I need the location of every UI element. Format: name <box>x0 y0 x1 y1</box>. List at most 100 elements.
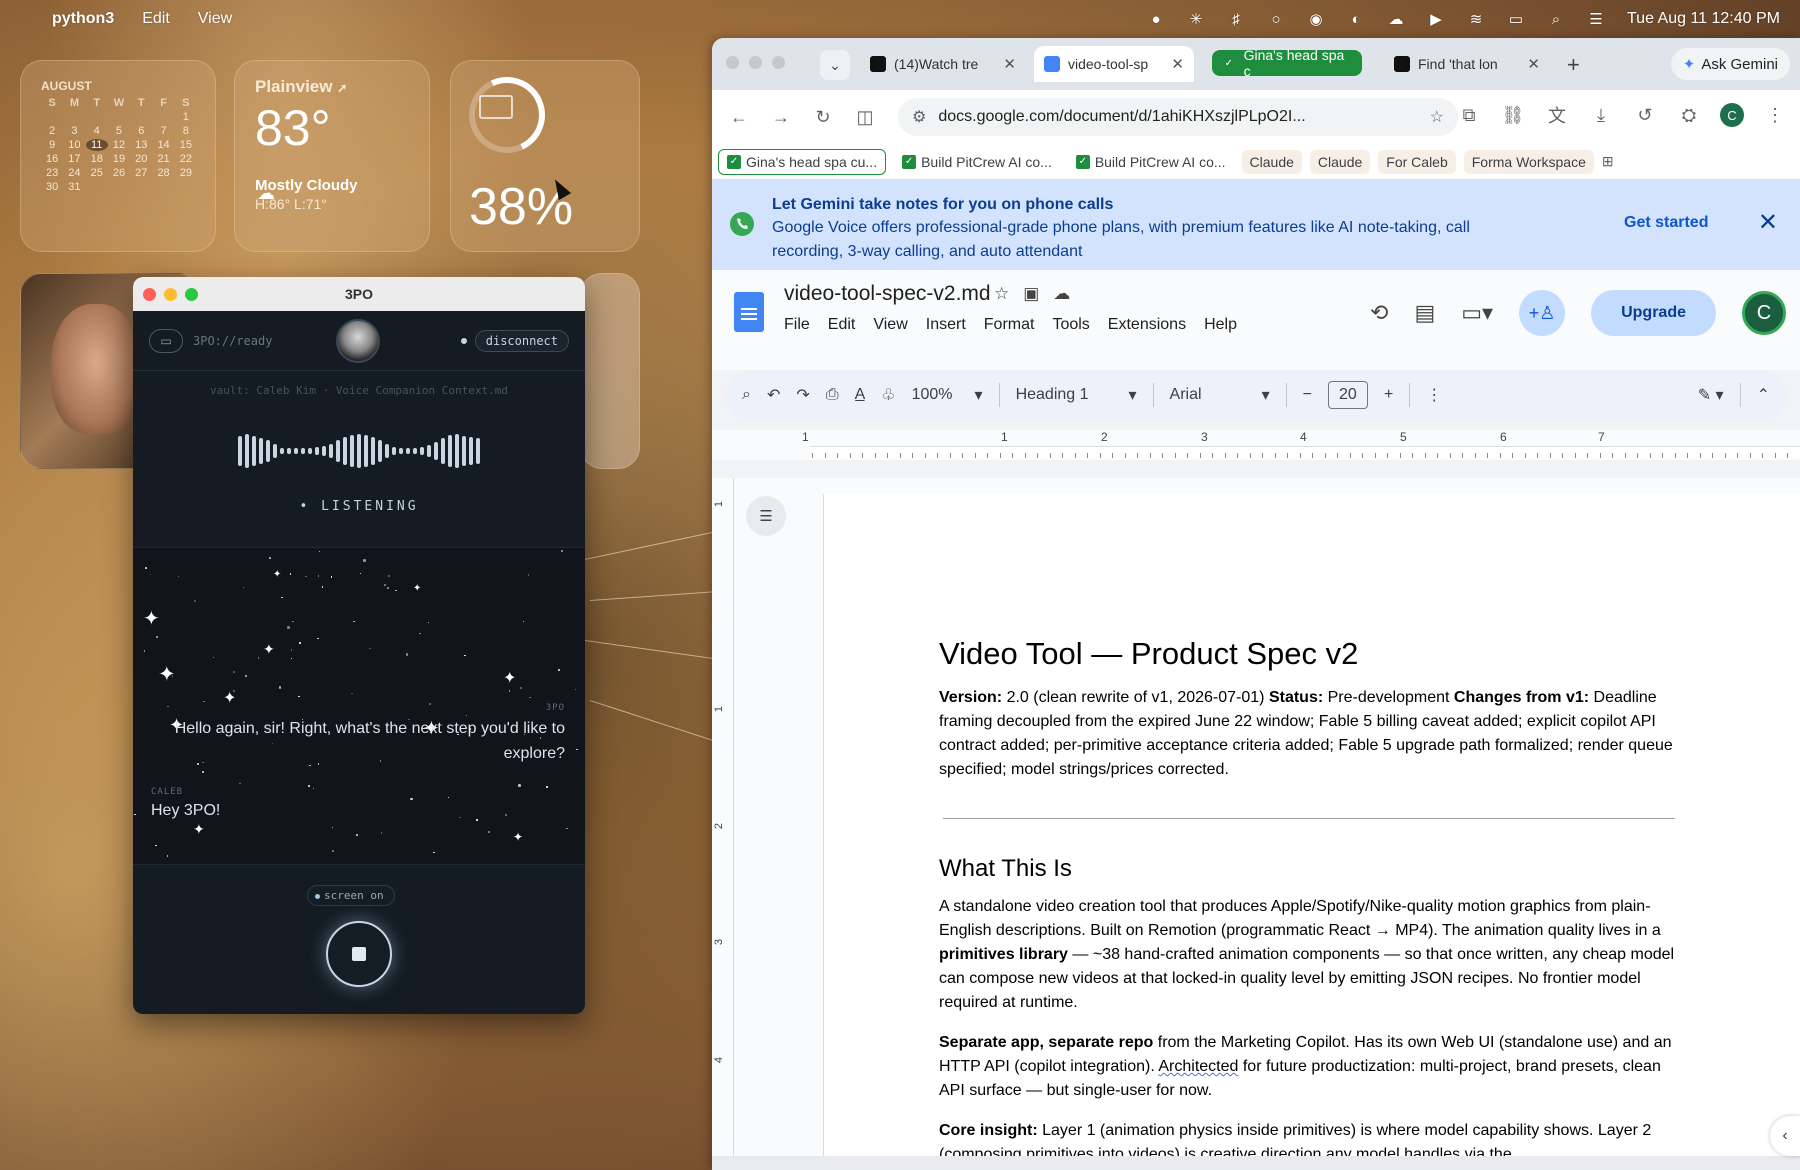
docs-menu-help[interactable]: Help <box>1204 316 1237 334</box>
all-bookmarks-icon[interactable]: ⊞ <box>1602 153 1614 170</box>
style-select[interactable]: Heading 1 ▾ <box>1016 385 1137 405</box>
disconnect-button[interactable]: disconnect <box>474 330 569 352</box>
close-tab-icon[interactable]: ✕ <box>1003 55 1016 73</box>
spellcheck-icon[interactable]: A̲ <box>855 386 866 404</box>
address-bar[interactable]: ⚙ docs.google.com/document/d/1ahiKHXszjl… <box>898 98 1458 136</box>
weather-widget[interactable]: Plainview ➚ 83° ☁ Mostly Cloudy H:86° L:… <box>234 60 430 252</box>
stop-button[interactable] <box>326 921 392 987</box>
close-tab-icon[interactable]: ✕ <box>1527 55 1540 73</box>
zoom-icon[interactable]: ◉ <box>1307 10 1325 28</box>
editing-mode-pencil-icon[interactable]: ✎ ▾ <box>1698 385 1724 405</box>
tab-tiktok-watch[interactable]: (14)Watch tre ✕ <box>860 46 1026 82</box>
search-menus-icon[interactable]: ⌕ <box>742 386 751 404</box>
contrast-icon[interactable]: ◐ <box>1347 10 1365 28</box>
menu-edit[interactable]: Edit <box>142 10 170 28</box>
document-page[interactable]: Video Tool — Product Spec v2 Version: 2.… <box>823 494 1800 1170</box>
wifi-icon[interactable]: ≋ <box>1467 10 1485 28</box>
undo-icon[interactable]: ↶ <box>767 385 780 405</box>
google-docs-logo-icon[interactable] <box>734 292 764 332</box>
decrease-font-icon[interactable]: − <box>1303 386 1312 404</box>
reload-icon[interactable]: ↻ <box>810 107 836 128</box>
screen-on-toggle[interactable]: screen on <box>307 885 395 906</box>
bookmark-item[interactable]: Forma Workspace <box>1463 149 1594 174</box>
doc-meta-paragraph[interactable]: Version: 2.0 (clean rewrite of v1, 2026-… <box>939 686 1679 782</box>
vpn-icon[interactable]: ☁ <box>1387 10 1405 28</box>
docs-menu-file[interactable]: File <box>784 316 810 334</box>
doc-paragraph-2[interactable]: Separate app, separate repo from the Mar… <box>939 1031 1679 1103</box>
comments-icon[interactable]: ▤ <box>1414 300 1435 326</box>
profile-avatar[interactable]: C <box>1720 103 1744 127</box>
close-tab-icon[interactable]: ✕ <box>1171 55 1184 73</box>
star-icon[interactable]: ☆ <box>994 284 1009 304</box>
record-icon[interactable]: ● <box>1147 10 1165 28</box>
increase-font-icon[interactable]: + <box>1384 386 1393 404</box>
share-person-icon[interactable]: +♙ <box>1519 290 1566 336</box>
document-body[interactable]: Video Tool — Product Spec v2 Version: 2.… <box>939 636 1679 1167</box>
split-view-icon[interactable]: ◫ <box>852 107 878 128</box>
docs-menu-format[interactable]: Format <box>984 316 1035 334</box>
spotlight-search-icon[interactable]: ⌕ <box>1547 10 1565 28</box>
account-avatar[interactable]: C <box>1742 291 1786 335</box>
menu-kebab-icon[interactable]: ⋮ <box>1762 105 1788 126</box>
bookmark-item[interactable]: ✓ Build PitCrew AI co... <box>894 150 1060 174</box>
tab-tiktok-find[interactable]: Find 'that lon ✕ <box>1384 46 1550 82</box>
sparkle-icon[interactable]: ✳ <box>1187 10 1205 28</box>
tab-group-gina[interactable]: ✓ Gina's head spa c <box>1212 47 1362 79</box>
close-banner-icon[interactable]: ✕ <box>1758 208 1778 237</box>
site-info-icon[interactable]: ⚙ <box>912 107 926 127</box>
document-title[interactable]: video-tool-spec-v2.md <box>784 282 991 306</box>
screen-share-icon[interactable]: ▭ <box>149 328 183 353</box>
tab-search-chevron-icon[interactable]: ⌄ <box>820 50 850 80</box>
map-widget[interactable] <box>580 273 640 469</box>
version-history-icon[interactable]: ⟲ <box>1370 300 1388 326</box>
history-icon[interactable]: ↺ <box>1632 105 1658 126</box>
docs-menu-insert[interactable]: Insert <box>926 316 966 334</box>
app-status-icon[interactable]: ♯ <box>1227 10 1245 28</box>
bookmark-item[interactable]: Claude <box>1309 149 1371 174</box>
font-size-input[interactable]: 20 <box>1327 381 1368 409</box>
cloud-saved-icon[interactable]: ☁ <box>1053 284 1070 304</box>
back-icon[interactable]: ← <box>726 107 752 128</box>
docs-menu-extensions[interactable]: Extensions <box>1108 316 1186 334</box>
font-select[interactable]: Arial ▾ <box>1170 385 1270 405</box>
download-icon[interactable]: ⤓ <box>1588 105 1614 126</box>
calendar-widget[interactable]: AUGUST S M T W T F S 1 2 3 4 5 6 7 8 9 10 11 12 13 14 15 16 17 1… <box>20 60 216 252</box>
more-options-icon[interactable]: ⋮ <box>1426 385 1442 405</box>
meet-video-icon[interactable]: ▭▾ <box>1461 300 1493 326</box>
close-window-button[interactable] <box>726 56 739 69</box>
battery-widget[interactable]: 38% <box>450 60 640 252</box>
ask-gemini-button[interactable]: ✦ Ask Gemini <box>1670 48 1790 80</box>
play-icon[interactable]: ▶ <box>1427 10 1445 28</box>
menu-view[interactable]: View <box>198 10 232 28</box>
link-icon[interactable]: ⛓ <box>1500 105 1526 126</box>
incognito-icon[interactable]: ⛭ <box>1676 105 1702 126</box>
doc-heading-1[interactable]: Video Tool — Product Spec v2 <box>939 636 1679 672</box>
new-tab-button[interactable]: + <box>1567 52 1580 78</box>
doc-heading-2[interactable]: What This Is <box>939 855 1679 883</box>
doc-paragraph-1[interactable]: A standalone video creation tool that pr… <box>939 895 1679 1015</box>
menu-clock[interactable]: Tue Aug 11 12:40 PM <box>1627 10 1780 28</box>
print-icon[interactable]: ⎙ <box>826 386 839 404</box>
app-menu[interactable]: python3 <box>52 10 114 28</box>
horizontal-scrollbar[interactable] <box>712 1156 1800 1170</box>
upgrade-button[interactable]: Upgrade <box>1591 290 1716 336</box>
translate-icon[interactable]: 文 <box>1544 102 1570 128</box>
forward-icon[interactable]: → <box>768 107 794 128</box>
bookmark-item[interactable]: For Caleb <box>1378 149 1456 174</box>
bookmark-item[interactable]: ✓ Gina's head spa cu... <box>718 148 887 175</box>
docs-menu-tools[interactable]: Tools <box>1052 316 1089 334</box>
control-center-icon[interactable]: ☰ <box>1587 10 1605 28</box>
battery-icon[interactable]: ▭ <box>1507 10 1525 28</box>
docs-menu-edit[interactable]: Edit <box>828 316 856 334</box>
bookmark-star-icon[interactable]: ☆ <box>1430 107 1444 127</box>
minimize-window-button[interactable] <box>749 56 762 69</box>
circle-icon[interactable]: ○ <box>1267 10 1285 28</box>
zoom-select[interactable]: 100% ▾ <box>912 385 983 405</box>
vertical-ruler[interactable]: 112345 <box>712 478 734 1170</box>
document-outline-icon[interactable]: ☰ <box>746 496 786 536</box>
bookmark-item[interactable]: Claude <box>1241 149 1302 174</box>
move-folder-icon[interactable]: ▣ <box>1023 284 1039 304</box>
paint-format-icon[interactable]: ♧ <box>881 385 895 405</box>
redo-icon[interactable]: ↷ <box>796 385 809 405</box>
collapse-menus-icon[interactable]: ⌃ <box>1757 385 1770 405</box>
